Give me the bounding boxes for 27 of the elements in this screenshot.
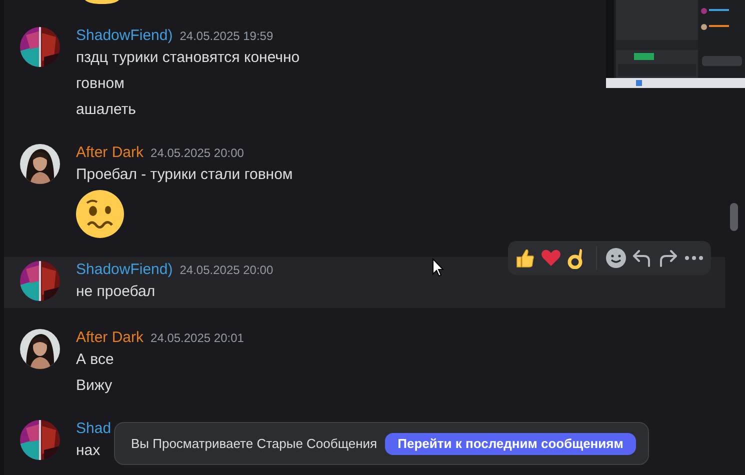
jump-to-latest-button[interactable]: Перейти к последним сообщениям xyxy=(385,432,636,454)
reply-icon[interactable] xyxy=(631,247,653,269)
timestamp: 24.05.2025 20:00 xyxy=(150,145,244,162)
author-name[interactable]: After Dark xyxy=(76,142,144,164)
message-text: Вижу xyxy=(76,376,112,396)
author-name[interactable]: ShadowFiend) xyxy=(76,259,173,281)
message-text: нах xyxy=(76,441,100,461)
scrollbar-thumb[interactable] xyxy=(730,203,738,231)
thumbs-up-icon[interactable] xyxy=(514,247,536,269)
timestamp: 24.05.2025 20:01 xyxy=(150,330,244,347)
emoji-icon xyxy=(76,190,124,238)
author-name[interactable]: After Dark xyxy=(76,327,144,349)
message-text: А все xyxy=(76,350,114,370)
cursor-icon xyxy=(432,258,444,277)
timestamp: 24.05.2025 19:59 xyxy=(180,28,274,45)
message-text: пздц турики становятся конечно xyxy=(76,48,300,68)
smiley-icon[interactable] xyxy=(605,247,627,269)
emoji-icon xyxy=(85,0,119,4)
message-text: ашалеть xyxy=(76,100,136,120)
message-text: не проебал xyxy=(76,282,156,302)
timestamp: 24.05.2025 20:00 xyxy=(180,262,274,279)
message-text: говном xyxy=(76,74,124,94)
forward-icon[interactable] xyxy=(657,247,679,269)
author-name[interactable]: Shad xyxy=(76,418,112,440)
message-text: Проебал - турики стали говном xyxy=(76,165,293,185)
notice-text: Вы Просматриваете Старые Сообщения xyxy=(131,436,378,451)
author-name[interactable]: ShadowFiend) xyxy=(76,25,173,47)
